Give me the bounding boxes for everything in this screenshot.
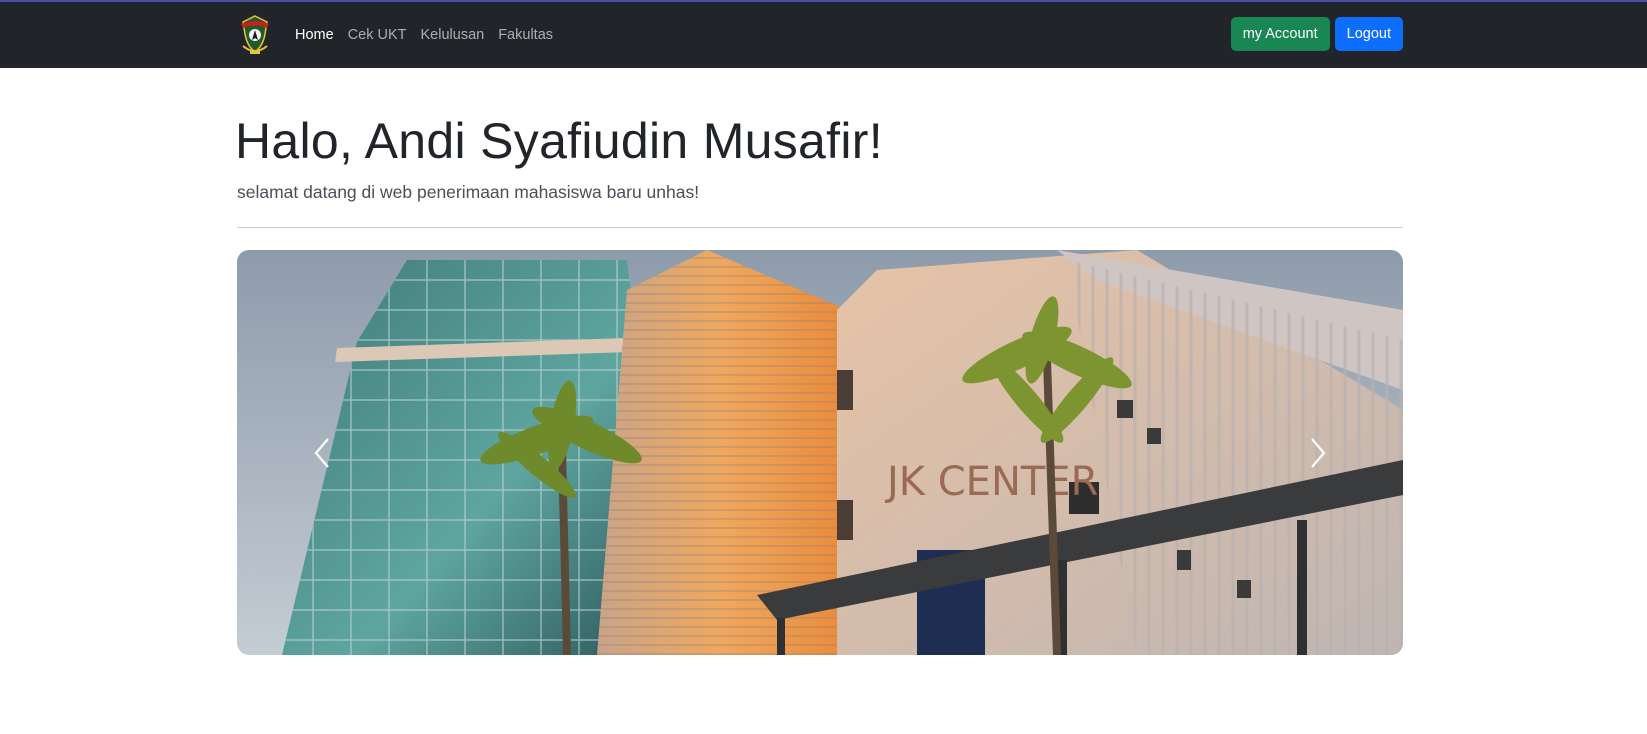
nav-link-fakultas[interactable]: Fakultas: [498, 27, 553, 43]
nav-links: Home Cek UKT Kelulusan Fakultas: [295, 2, 553, 68]
section-divider: [237, 227, 1403, 228]
carousel-prev-control[interactable]: [237, 250, 407, 655]
page-title: Halo, Andi Syafiudin Musafir!: [235, 113, 883, 169]
navbar-container: Home Cek UKT Kelulusan Fakultas my Accou…: [237, 2, 1403, 68]
nav-buttons: my Account Logout: [1230, 17, 1403, 51]
nav-link-kelulusan[interactable]: Kelulusan: [421, 27, 485, 43]
nav-link-cek-ukt[interactable]: Cek UKT: [348, 27, 407, 43]
carousel-next-control[interactable]: [1233, 250, 1403, 655]
image-carousel[interactable]: JK CENTER: [237, 250, 1403, 655]
logout-button[interactable]: Logout: [1334, 17, 1403, 51]
page-subtitle: selamat datang di web penerimaan mahasis…: [237, 182, 700, 202]
top-navbar: Home Cek UKT Kelulusan Fakultas my Accou…: [0, 0, 1647, 68]
my-account-button[interactable]: my Account: [1230, 17, 1330, 51]
chevron-left-icon: [314, 437, 329, 468]
chevron-right-icon: [1311, 437, 1326, 468]
carousel-slide-image: JK CENTER: [237, 250, 1403, 655]
nav-link-home[interactable]: Home: [295, 27, 334, 43]
building-sign-text: JK CENTER: [884, 459, 1098, 505]
university-crest-icon[interactable]: [237, 14, 273, 56]
